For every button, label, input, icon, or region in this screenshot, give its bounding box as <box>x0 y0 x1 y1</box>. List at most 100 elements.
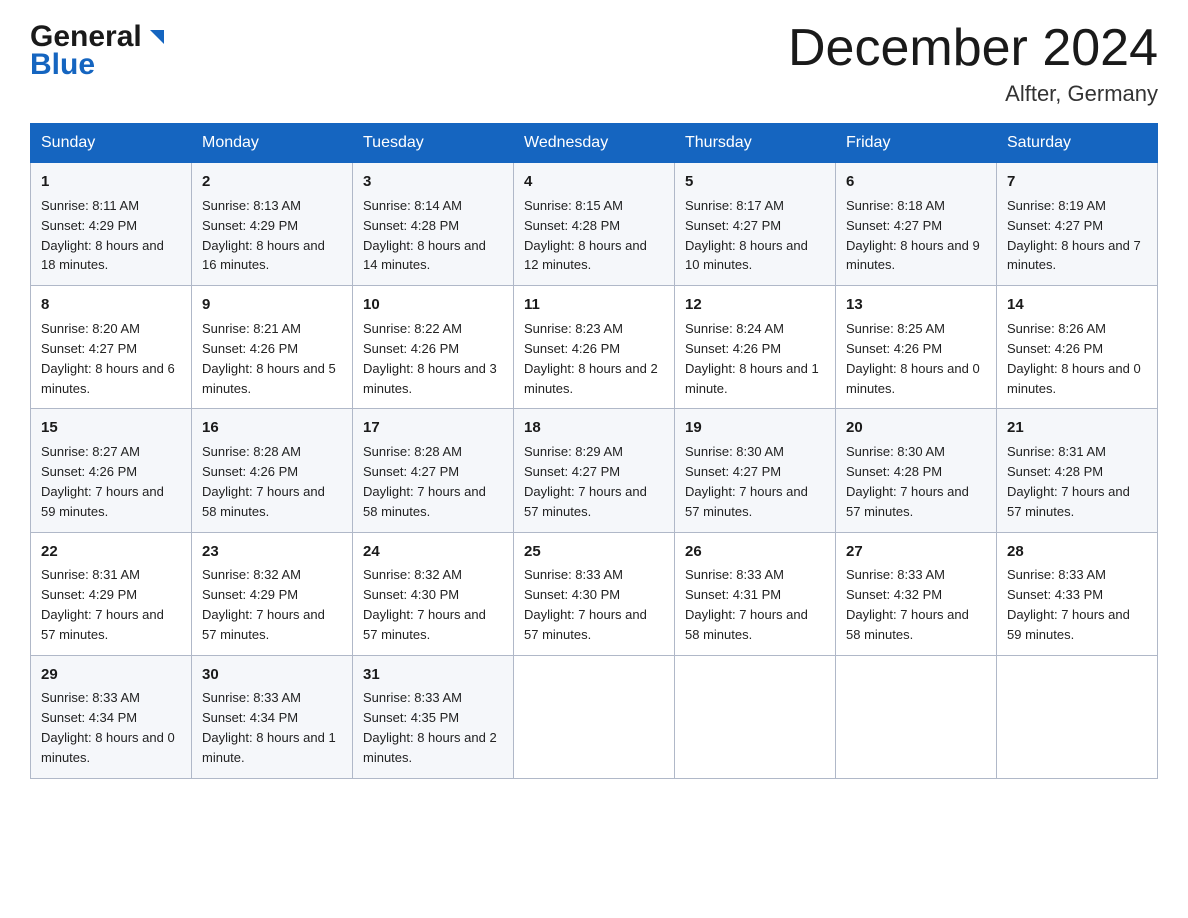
calendar-day-cell: 12 Sunrise: 8:24 AM Sunset: 4:26 PM Dayl… <box>675 286 836 409</box>
day-number: 19 <box>685 417 825 439</box>
calendar-week-row: 1 Sunrise: 8:11 AM Sunset: 4:29 PM Dayli… <box>31 163 1158 286</box>
logo-triangle-icon <box>146 26 168 53</box>
calendar-day-cell: 9 Sunrise: 8:21 AM Sunset: 4:26 PM Dayli… <box>192 286 353 409</box>
day-info: Sunrise: 8:14 AM Sunset: 4:28 PM Dayligh… <box>363 198 486 273</box>
calendar-day-cell: 31 Sunrise: 8:33 AM Sunset: 4:35 PM Dayl… <box>353 655 514 778</box>
day-number: 17 <box>363 417 503 439</box>
day-number: 16 <box>202 417 342 439</box>
day-info: Sunrise: 8:20 AM Sunset: 4:27 PM Dayligh… <box>41 321 175 396</box>
calendar-week-row: 22 Sunrise: 8:31 AM Sunset: 4:29 PM Dayl… <box>31 532 1158 655</box>
day-info: Sunrise: 8:11 AM Sunset: 4:29 PM Dayligh… <box>41 198 164 273</box>
calendar-day-cell: 20 Sunrise: 8:30 AM Sunset: 4:28 PM Dayl… <box>836 409 997 532</box>
day-number: 25 <box>524 541 664 563</box>
calendar-week-row: 29 Sunrise: 8:33 AM Sunset: 4:34 PM Dayl… <box>31 655 1158 778</box>
location: Alfter, Germany <box>788 81 1158 107</box>
calendar-day-cell: 6 Sunrise: 8:18 AM Sunset: 4:27 PM Dayli… <box>836 163 997 286</box>
logo: General Blue <box>30 20 168 82</box>
day-info: Sunrise: 8:15 AM Sunset: 4:28 PM Dayligh… <box>524 198 647 273</box>
day-number: 8 <box>41 294 181 316</box>
calendar-table: Sunday Monday Tuesday Wednesday Thursday… <box>30 123 1158 779</box>
calendar-day-cell: 5 Sunrise: 8:17 AM Sunset: 4:27 PM Dayli… <box>675 163 836 286</box>
calendar-day-cell: 23 Sunrise: 8:32 AM Sunset: 4:29 PM Dayl… <box>192 532 353 655</box>
calendar-day-cell: 18 Sunrise: 8:29 AM Sunset: 4:27 PM Dayl… <box>514 409 675 532</box>
calendar-body: 1 Sunrise: 8:11 AM Sunset: 4:29 PM Dayli… <box>31 163 1158 779</box>
header-thursday: Thursday <box>675 124 836 163</box>
calendar-week-row: 15 Sunrise: 8:27 AM Sunset: 4:26 PM Dayl… <box>31 409 1158 532</box>
calendar-day-cell: 22 Sunrise: 8:31 AM Sunset: 4:29 PM Dayl… <box>31 532 192 655</box>
calendar-day-cell: 14 Sunrise: 8:26 AM Sunset: 4:26 PM Dayl… <box>997 286 1158 409</box>
calendar-day-cell: 30 Sunrise: 8:33 AM Sunset: 4:34 PM Dayl… <box>192 655 353 778</box>
day-info: Sunrise: 8:19 AM Sunset: 4:27 PM Dayligh… <box>1007 198 1141 273</box>
calendar-day-cell: 7 Sunrise: 8:19 AM Sunset: 4:27 PM Dayli… <box>997 163 1158 286</box>
calendar-day-cell: 16 Sunrise: 8:28 AM Sunset: 4:26 PM Dayl… <box>192 409 353 532</box>
calendar-day-cell: 3 Sunrise: 8:14 AM Sunset: 4:28 PM Dayli… <box>353 163 514 286</box>
header-tuesday: Tuesday <box>353 124 514 163</box>
day-number: 7 <box>1007 171 1147 193</box>
day-info: Sunrise: 8:33 AM Sunset: 4:33 PM Dayligh… <box>1007 567 1130 642</box>
calendar-day-cell <box>514 655 675 778</box>
day-info: Sunrise: 8:30 AM Sunset: 4:27 PM Dayligh… <box>685 444 808 519</box>
day-number: 10 <box>363 294 503 316</box>
day-number: 14 <box>1007 294 1147 316</box>
calendar-day-cell: 27 Sunrise: 8:33 AM Sunset: 4:32 PM Dayl… <box>836 532 997 655</box>
logo-blue-text: Blue <box>30 48 95 82</box>
header-wednesday: Wednesday <box>514 124 675 163</box>
day-info: Sunrise: 8:33 AM Sunset: 4:30 PM Dayligh… <box>524 567 647 642</box>
day-number: 28 <box>1007 541 1147 563</box>
day-info: Sunrise: 8:17 AM Sunset: 4:27 PM Dayligh… <box>685 198 808 273</box>
day-info: Sunrise: 8:28 AM Sunset: 4:27 PM Dayligh… <box>363 444 486 519</box>
day-number: 31 <box>363 664 503 686</box>
calendar-day-cell: 17 Sunrise: 8:28 AM Sunset: 4:27 PM Dayl… <box>353 409 514 532</box>
calendar-day-cell: 24 Sunrise: 8:32 AM Sunset: 4:30 PM Dayl… <box>353 532 514 655</box>
day-number: 30 <box>202 664 342 686</box>
day-info: Sunrise: 8:24 AM Sunset: 4:26 PM Dayligh… <box>685 321 819 396</box>
day-number: 5 <box>685 171 825 193</box>
calendar-header: Sunday Monday Tuesday Wednesday Thursday… <box>31 124 1158 163</box>
header-monday: Monday <box>192 124 353 163</box>
calendar-day-cell: 26 Sunrise: 8:33 AM Sunset: 4:31 PM Dayl… <box>675 532 836 655</box>
day-number: 11 <box>524 294 664 316</box>
day-number: 22 <box>41 541 181 563</box>
day-number: 2 <box>202 171 342 193</box>
day-number: 1 <box>41 171 181 193</box>
calendar-day-cell: 28 Sunrise: 8:33 AM Sunset: 4:33 PM Dayl… <box>997 532 1158 655</box>
day-number: 21 <box>1007 417 1147 439</box>
day-number: 12 <box>685 294 825 316</box>
calendar-day-cell: 13 Sunrise: 8:25 AM Sunset: 4:26 PM Dayl… <box>836 286 997 409</box>
calendar-day-cell: 10 Sunrise: 8:22 AM Sunset: 4:26 PM Dayl… <box>353 286 514 409</box>
day-number: 27 <box>846 541 986 563</box>
day-info: Sunrise: 8:33 AM Sunset: 4:34 PM Dayligh… <box>202 690 336 765</box>
day-info: Sunrise: 8:32 AM Sunset: 4:30 PM Dayligh… <box>363 567 486 642</box>
header-friday: Friday <box>836 124 997 163</box>
calendar-day-cell: 21 Sunrise: 8:31 AM Sunset: 4:28 PM Dayl… <box>997 409 1158 532</box>
header-saturday: Saturday <box>997 124 1158 163</box>
calendar-day-cell: 19 Sunrise: 8:30 AM Sunset: 4:27 PM Dayl… <box>675 409 836 532</box>
day-number: 20 <box>846 417 986 439</box>
day-info: Sunrise: 8:22 AM Sunset: 4:26 PM Dayligh… <box>363 321 497 396</box>
day-number: 4 <box>524 171 664 193</box>
day-info: Sunrise: 8:31 AM Sunset: 4:28 PM Dayligh… <box>1007 444 1130 519</box>
day-number: 26 <box>685 541 825 563</box>
day-info: Sunrise: 8:33 AM Sunset: 4:31 PM Dayligh… <box>685 567 808 642</box>
day-info: Sunrise: 8:32 AM Sunset: 4:29 PM Dayligh… <box>202 567 325 642</box>
day-number: 15 <box>41 417 181 439</box>
day-info: Sunrise: 8:31 AM Sunset: 4:29 PM Dayligh… <box>41 567 164 642</box>
weekday-header-row: Sunday Monday Tuesday Wednesday Thursday… <box>31 124 1158 163</box>
title-block: December 2024 Alfter, Germany <box>788 20 1158 107</box>
day-info: Sunrise: 8:27 AM Sunset: 4:26 PM Dayligh… <box>41 444 164 519</box>
header-sunday: Sunday <box>31 124 192 163</box>
page-header: General Blue December 2024 Alfter, Germa… <box>30 20 1158 107</box>
calendar-day-cell <box>997 655 1158 778</box>
day-number: 23 <box>202 541 342 563</box>
calendar-day-cell <box>836 655 997 778</box>
calendar-day-cell: 29 Sunrise: 8:33 AM Sunset: 4:34 PM Dayl… <box>31 655 192 778</box>
day-info: Sunrise: 8:29 AM Sunset: 4:27 PM Dayligh… <box>524 444 647 519</box>
day-number: 13 <box>846 294 986 316</box>
day-info: Sunrise: 8:25 AM Sunset: 4:26 PM Dayligh… <box>846 321 980 396</box>
day-number: 24 <box>363 541 503 563</box>
day-info: Sunrise: 8:18 AM Sunset: 4:27 PM Dayligh… <box>846 198 980 273</box>
day-info: Sunrise: 8:13 AM Sunset: 4:29 PM Dayligh… <box>202 198 325 273</box>
calendar-day-cell: 1 Sunrise: 8:11 AM Sunset: 4:29 PM Dayli… <box>31 163 192 286</box>
day-info: Sunrise: 8:26 AM Sunset: 4:26 PM Dayligh… <box>1007 321 1141 396</box>
calendar-week-row: 8 Sunrise: 8:20 AM Sunset: 4:27 PM Dayli… <box>31 286 1158 409</box>
